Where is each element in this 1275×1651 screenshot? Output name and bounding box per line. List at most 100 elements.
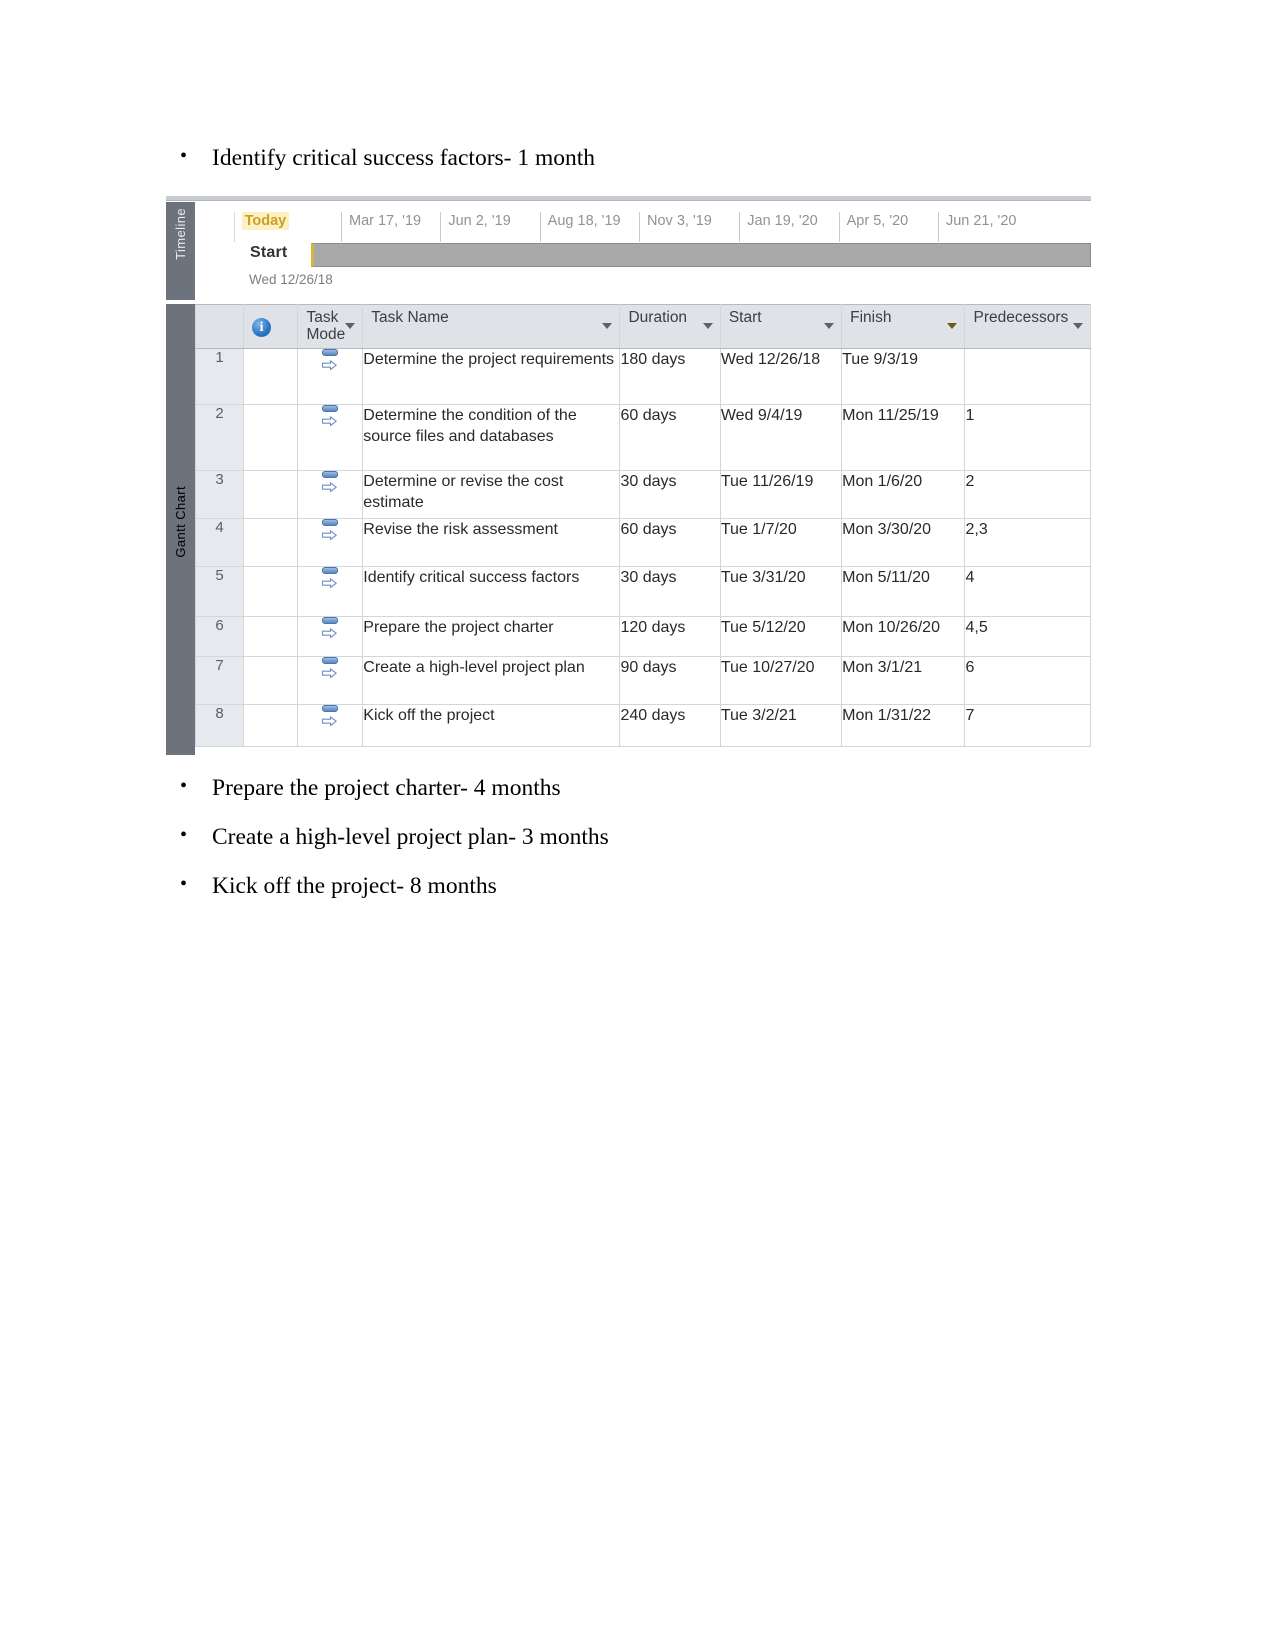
finish-date-cell[interactable]: Mon 3/1/21: [841, 656, 966, 705]
timeline-side-tab[interactable]: Timeline: [166, 202, 195, 300]
predecessors-cell[interactable]: 4,5: [964, 616, 1091, 657]
table-row[interactable]: 8 Kick off the project 240 days Tue 3/2/21 M…: [194, 704, 1091, 747]
start-date-cell[interactable]: Tue 5/12/20: [719, 616, 843, 657]
task-name-cell[interactable]: Determine or revise the cost estimate: [362, 470, 621, 519]
task-mode-cell[interactable]: [297, 616, 364, 657]
finish-date-cell[interactable]: Mon 5/11/20: [841, 566, 966, 617]
task-name-cell[interactable]: Kick off the project: [362, 704, 621, 747]
timeline-tick-label: Jun 21, '20: [937, 212, 1016, 242]
predecessors-cell[interactable]: 2: [964, 470, 1091, 519]
finish-date-cell[interactable]: Mon 10/26/20: [841, 616, 966, 657]
task-name-cell[interactable]: Prepare the project charter: [362, 616, 621, 657]
task-name-cell[interactable]: Determine the project requirements: [362, 348, 621, 405]
gantt-side-tab[interactable]: Gantt Chart: [166, 304, 195, 759]
table-row[interactable]: 3 Determine or revise the cost estimate 30…: [194, 470, 1091, 519]
row-number-cell[interactable]: 3: [194, 470, 245, 519]
timeline-today-marker: Today: [233, 212, 290, 242]
column-header-task-name[interactable]: Task Name: [362, 304, 621, 349]
task-mode-cell[interactable]: [297, 470, 364, 519]
chevron-down-icon[interactable]: [702, 323, 713, 329]
duration-cell[interactable]: 180 days: [619, 348, 721, 405]
timeline-project-bar[interactable]: [311, 243, 1091, 267]
task-name-cell[interactable]: Create a high-level project plan: [362, 656, 621, 705]
column-header-rownum[interactable]: [194, 304, 245, 349]
column-header-duration[interactable]: Duration: [619, 304, 721, 349]
duration-cell[interactable]: 60 days: [619, 404, 721, 471]
task-mode-cell[interactable]: [297, 566, 364, 617]
row-number-cell[interactable]: 6: [194, 616, 245, 657]
row-indicator-cell[interactable]: [243, 404, 299, 471]
task-name-cell[interactable]: Revise the risk assessment: [362, 518, 621, 567]
row-number-cell[interactable]: 5: [194, 566, 245, 617]
table-row[interactable]: 7 Create a high-level project plan 90 days…: [194, 656, 1091, 705]
duration-cell[interactable]: 60 days: [619, 518, 721, 567]
finish-date-cell[interactable]: Mon 11/25/19: [841, 404, 966, 471]
row-indicator-cell[interactable]: [243, 566, 299, 617]
row-number-cell[interactable]: 8: [194, 704, 245, 747]
task-mode-cell[interactable]: [297, 656, 364, 705]
finish-date-cell[interactable]: Mon 1/6/20: [841, 470, 966, 519]
start-date-cell[interactable]: Tue 3/31/20: [719, 566, 843, 617]
list-item: • Prepare the project charter- 4 months: [166, 773, 1066, 804]
auto-scheduled-icon: [320, 657, 340, 679]
predecessors-cell[interactable]: 2,3: [964, 518, 1091, 567]
column-header-info[interactable]: i: [243, 304, 299, 349]
row-number-cell[interactable]: 7: [194, 656, 245, 705]
predecessors-cell[interactable]: [964, 348, 1091, 405]
table-row[interactable]: 1 Determine the project requirements 180 d…: [194, 348, 1091, 405]
predecessors-cell[interactable]: 7: [964, 704, 1091, 747]
column-header-finish[interactable]: Finish: [841, 304, 966, 349]
row-indicator-cell[interactable]: [243, 470, 299, 519]
column-header-task-mode-label: Task Mode: [306, 309, 346, 344]
row-indicator-cell[interactable]: [243, 616, 299, 657]
task-mode-cell[interactable]: [297, 704, 364, 747]
column-header-task-mode[interactable]: Task Mode: [297, 304, 364, 349]
chevron-down-icon[interactable]: [947, 323, 958, 329]
row-indicator-cell[interactable]: [243, 348, 299, 405]
timeline-today-label: Today: [241, 212, 290, 230]
duration-cell[interactable]: 30 days: [619, 566, 721, 617]
chevron-down-icon[interactable]: [824, 323, 835, 329]
duration-cell[interactable]: 240 days: [619, 704, 721, 747]
row-indicator-cell[interactable]: [243, 704, 299, 747]
task-mode-cell[interactable]: [297, 518, 364, 567]
row-number-cell[interactable]: 1: [194, 348, 245, 405]
task-name-cell[interactable]: Identify critical success factors: [362, 566, 621, 617]
finish-date-cell[interactable]: Mon 3/30/20: [841, 518, 966, 567]
start-date-cell[interactable]: Wed 9/4/19: [719, 404, 843, 471]
predecessors-cell[interactable]: 1: [964, 404, 1091, 471]
window-bottom-border: [166, 755, 1091, 759]
row-indicator-cell[interactable]: [243, 518, 299, 567]
row-number-cell[interactable]: 4: [194, 518, 245, 567]
start-date-cell[interactable]: Tue 1/7/20: [719, 518, 843, 567]
table-row[interactable]: 5 Identify critical success factors 30 day…: [194, 566, 1091, 617]
column-header-predecessors[interactable]: Predecessors: [964, 304, 1091, 349]
timeline-ruler: Today Mar 17, '19 Jun 2, '19 Aug 18, '19 Nov…: [196, 212, 1091, 242]
row-number-cell[interactable]: 2: [194, 404, 245, 471]
start-date-cell[interactable]: Wed 12/26/18: [719, 348, 843, 405]
column-header-start[interactable]: Start: [719, 304, 843, 349]
start-date-cell[interactable]: Tue 11/26/19: [719, 470, 843, 519]
chevron-down-icon[interactable]: [602, 323, 613, 329]
timeline-tick-label: Aug 18, '19: [539, 212, 621, 242]
task-mode-cell[interactable]: [297, 404, 364, 471]
finish-date-cell[interactable]: Mon 1/31/22: [841, 704, 966, 747]
start-date-cell[interactable]: Tue 10/27/20: [719, 656, 843, 705]
table-row[interactable]: 6 Prepare the project charter 120 days Tue …: [194, 616, 1091, 657]
timeline-tick-label: Jun 2, '19: [440, 212, 511, 242]
predecessors-cell[interactable]: 6: [964, 656, 1091, 705]
start-date-cell[interactable]: Tue 3/2/21: [719, 704, 843, 747]
table-row[interactable]: 4 Revise the risk assessment 60 days Tue 1/…: [194, 518, 1091, 567]
duration-cell[interactable]: 120 days: [619, 616, 721, 657]
column-header-predecessors-label: Predecessors: [973, 309, 1069, 326]
chevron-down-icon[interactable]: [345, 323, 356, 329]
finish-date-cell[interactable]: Tue 9/3/19: [841, 348, 966, 405]
task-name-cell[interactable]: Determine the condition of the source fi…: [362, 404, 621, 471]
duration-cell[interactable]: 90 days: [619, 656, 721, 705]
predecessors-cell[interactable]: 4: [964, 566, 1091, 617]
row-indicator-cell[interactable]: [243, 656, 299, 705]
table-row[interactable]: 2 Determine the condition of the source f…: [194, 404, 1091, 471]
duration-cell[interactable]: 30 days: [619, 470, 721, 519]
chevron-down-icon[interactable]: [1073, 323, 1083, 329]
task-mode-cell[interactable]: [297, 348, 364, 405]
